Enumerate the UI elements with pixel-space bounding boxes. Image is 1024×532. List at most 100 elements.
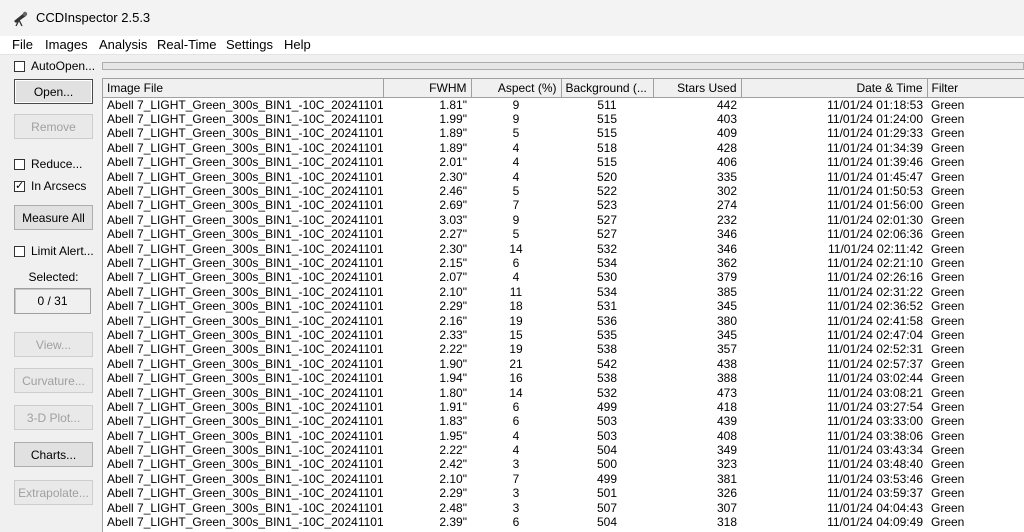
table-cell: Green [931, 255, 965, 270]
table-row[interactable]: Abell 7_LIGHT_Green_300s_BIN1_-10C_20241… [103, 342, 1024, 356]
table-row[interactable]: Abell 7_LIGHT_Green_300s_BIN1_-10C_20241… [103, 443, 1024, 457]
table-row[interactable]: Abell 7_LIGHT_Green_300s_BIN1_-10C_20241… [103, 112, 1024, 126]
title-bar: CCDInspector 2.5.3 [0, 0, 1024, 36]
image-table[interactable]: Image File FWHM Aspect (%) Background (.… [102, 78, 1024, 532]
table-cell: 388 [716, 371, 737, 386]
table-row[interactable]: Abell 7_LIGHT_Green_300s_BIN1_-10C_20241… [103, 357, 1024, 371]
table-cell: 406 [716, 155, 737, 170]
reduce-checkbox-box[interactable] [14, 158, 25, 170]
table-row[interactable]: Abell 7_LIGHT_Green_300s_BIN1_-10C_20241… [103, 227, 1024, 241]
table-cell: Green [931, 515, 965, 530]
table-cell: 19 [509, 342, 523, 357]
table-row[interactable]: Abell 7_LIGHT_Green_300s_BIN1_-10C_20241… [103, 313, 1024, 328]
header-fwhm[interactable]: FWHM [383, 79, 472, 98]
extrapolate-button[interactable]: Extrapolate... [14, 480, 93, 505]
remove-button[interactable]: Remove [14, 114, 93, 139]
header-stars-used[interactable]: Stars Used [653, 79, 742, 98]
table-row[interactable]: Abell 7_LIGHT_Green_300s_BIN1_-10C_20241… [103, 213, 1024, 227]
table-row[interactable]: Abell 7_LIGHT_Green_300s_BIN1_-10C_20241… [103, 241, 1024, 256]
table-cell: 532 [596, 385, 618, 400]
table-cell: Abell 7_LIGHT_Green_300s_BIN1_-10C_20241… [107, 457, 383, 472]
table-row[interactable]: Abell 7_LIGHT_Green_300s_BIN1_-10C_20241… [103, 97, 1024, 112]
table-cell: Abell 7_LIGHT_Green_300s_BIN1_-10C_20241… [107, 299, 383, 314]
table-row[interactable]: Abell 7_LIGHT_Green_300s_BIN1_-10C_20241… [103, 299, 1024, 313]
table-cell: 499 [596, 399, 618, 414]
arcsecs-checkbox-box[interactable] [14, 179, 25, 192]
plot3d-button[interactable]: 3-D Plot... [14, 405, 93, 430]
header-background[interactable]: Background (... [561, 79, 654, 98]
table-row[interactable]: Abell 7_LIGHT_Green_300s_BIN1_-10C_20241… [103, 328, 1024, 342]
table-cell: 531 [596, 299, 618, 314]
open-button[interactable]: Open... [14, 79, 93, 104]
table-row[interactable]: Abell 7_LIGHT_Green_300s_BIN1_-10C_20241… [103, 414, 1024, 428]
table-row[interactable]: Abell 7_LIGHT_Green_300s_BIN1_-10C_20241… [103, 457, 1024, 471]
table-cell: 1.95" [439, 428, 467, 443]
table-cell: 2.16" [439, 313, 467, 328]
arcsecs-checkbox[interactable]: In Arcsecs [14, 178, 86, 194]
autoopen-label: AutoOpen... [31, 59, 96, 73]
table-row[interactable]: Abell 7_LIGHT_Green_300s_BIN1_-10C_20241… [103, 184, 1024, 198]
menu-help[interactable]: Help [284, 37, 311, 52]
table-cell: Green [931, 471, 965, 486]
table-cell: Abell 7_LIGHT_Green_300s_BIN1_-10C_20241… [107, 212, 383, 227]
curvature-button[interactable]: Curvature... [14, 368, 93, 393]
table-row[interactable]: Abell 7_LIGHT_Green_300s_BIN1_-10C_20241… [103, 169, 1024, 184]
menu-settings[interactable]: Settings [226, 37, 273, 52]
menu-file[interactable]: File [12, 37, 33, 52]
limit-alert-checkbox-box[interactable] [14, 245, 25, 257]
table-row[interactable]: Abell 7_LIGHT_Green_300s_BIN1_-10C_20241… [103, 400, 1024, 414]
table-cell: 499 [596, 471, 618, 486]
table-row[interactable]: Abell 7_LIGHT_Green_300s_BIN1_-10C_20241… [103, 371, 1024, 385]
table-row[interactable]: Abell 7_LIGHT_Green_300s_BIN1_-10C_20241… [103, 486, 1024, 500]
header-image-file[interactable]: Image File [103, 79, 384, 98]
table-cell: 504 [596, 515, 618, 530]
reduce-checkbox[interactable]: Reduce... [14, 156, 82, 172]
table-row[interactable]: Abell 7_LIGHT_Green_300s_BIN1_-10C_20241… [103, 155, 1024, 169]
table-cell: 515 [596, 126, 618, 141]
table-row[interactable]: Abell 7_LIGHT_Green_300s_BIN1_-10C_20241… [103, 126, 1024, 140]
table-row[interactable]: Abell 7_LIGHT_Green_300s_BIN1_-10C_20241… [103, 285, 1024, 299]
table-row[interactable]: Abell 7_LIGHT_Green_300s_BIN1_-10C_20241… [103, 515, 1024, 529]
limit-alert-label: Limit Alert... [31, 244, 94, 258]
header-filter[interactable]: Filter [927, 79, 1024, 98]
table-cell: 538 [596, 371, 618, 386]
window-title: CCDInspector 2.5.3 [36, 10, 151, 25]
table-row[interactable]: Abell 7_LIGHT_Green_300s_BIN1_-10C_20241… [103, 141, 1024, 155]
menu-real-time[interactable]: Real-Time [157, 37, 216, 52]
measure-all-button[interactable]: Measure All [14, 205, 93, 230]
header-aspect[interactable]: Aspect (%) [471, 79, 562, 98]
table-cell: 11/01/24 01:45:47 [827, 169, 923, 184]
table-cell: Abell 7_LIGHT_Green_300s_BIN1_-10C_20241… [107, 342, 383, 357]
table-row[interactable]: Abell 7_LIGHT_Green_300s_BIN1_-10C_20241… [103, 256, 1024, 270]
table-cell: Abell 7_LIGHT_Green_300s_BIN1_-10C_20241… [107, 327, 383, 342]
table-row[interactable]: Abell 7_LIGHT_Green_300s_BIN1_-10C_20241… [103, 385, 1024, 400]
table-cell: 503 [596, 428, 618, 443]
header-date-time[interactable]: Date & Time [741, 79, 928, 98]
table-cell: 362 [716, 255, 737, 270]
charts-button[interactable]: Charts... [14, 442, 93, 467]
table-row[interactable]: Abell 7_LIGHT_Green_300s_BIN1_-10C_20241… [103, 198, 1024, 212]
table-cell: 1.80" [439, 385, 467, 400]
table-cell: 1.90" [439, 356, 467, 371]
autoopen-checkbox[interactable]: AutoOpen... [14, 58, 95, 74]
table-cell: 4 [512, 428, 520, 443]
selected-label: Selected: [28, 270, 79, 284]
menu-analysis[interactable]: Analysis [99, 37, 147, 52]
menu-images[interactable]: Images [45, 37, 88, 52]
limit-alert-checkbox[interactable]: Limit Alert... [14, 243, 94, 259]
table-cell: 307 [716, 500, 737, 515]
table-cell: 11/01/24 02:36:52 [827, 299, 923, 314]
table-row[interactable]: Abell 7_LIGHT_Green_300s_BIN1_-10C_20241… [103, 500, 1024, 515]
table-cell: 520 [596, 169, 618, 184]
table-cell: Green [931, 428, 965, 443]
view-button[interactable]: View... [14, 332, 93, 357]
table-row[interactable]: Abell 7_LIGHT_Green_300s_BIN1_-10C_20241… [103, 428, 1024, 443]
table-cell: 5 [512, 227, 520, 242]
table-row[interactable]: Abell 7_LIGHT_Green_300s_BIN1_-10C_20241… [103, 270, 1024, 284]
table-cell: 5 [512, 126, 520, 141]
table-row[interactable]: Abell 7_LIGHT_Green_300s_BIN1_-10C_20241… [103, 472, 1024, 486]
table-cell: 2.39" [439, 515, 467, 530]
table-cell: Green [931, 356, 965, 371]
table-cell: 1.83" [439, 414, 467, 429]
autoopen-checkbox-box[interactable] [14, 60, 25, 72]
